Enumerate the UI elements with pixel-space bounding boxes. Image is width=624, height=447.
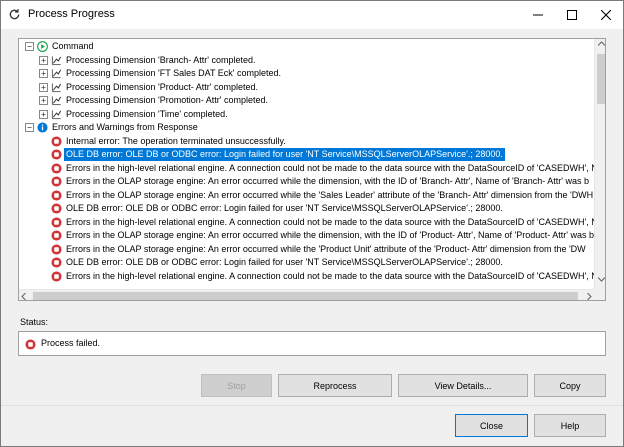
scroll-down-icon[interactable] bbox=[595, 277, 605, 287]
tree-node-error[interactable]: Errors in the OLAP storage engine: An er… bbox=[19, 229, 594, 243]
tree-node-dimension[interactable]: + Processing Dimension 'Time' completed. bbox=[19, 108, 594, 122]
error-message-label: OLE DB error: OLE DB or ODBC error: Logi… bbox=[66, 257, 503, 267]
expand-icon[interactable]: + bbox=[39, 109, 48, 119]
expand-icon[interactable]: + bbox=[39, 55, 48, 65]
tree-node-label: Errors and Warnings from Response bbox=[52, 122, 198, 132]
status-label: Status: bbox=[20, 317, 49, 327]
title-bar[interactable]: Process Progress bbox=[1, 1, 623, 29]
tree-node-dimension[interactable]: + Processing Dimension 'Product- Attr' co… bbox=[19, 81, 594, 95]
error-message-label: OLE DB error: OLE DB or ODBC error: Logi… bbox=[66, 203, 503, 213]
tree-node-error[interactable]: OLE DB error: OLE DB or ODBC error: Logi… bbox=[19, 148, 594, 162]
tree-node-label: Processing Dimension 'FT Sales DAT Eck' … bbox=[66, 68, 282, 78]
error-icon bbox=[51, 189, 62, 201]
tree-node-error[interactable]: OLE DB error: OLE DB or ODBC error: Logi… bbox=[19, 202, 594, 216]
footer-separator bbox=[1, 405, 623, 406]
view-details-button[interactable]: View Details... bbox=[398, 374, 528, 397]
tree-node-label: Processing Dimension 'Product- Attr' com… bbox=[66, 81, 259, 92]
tree-node-error[interactable]: Errors in the OLAP storage engine: An er… bbox=[19, 243, 594, 257]
status-text: Process failed. bbox=[41, 338, 101, 348]
tree-node-error[interactable]: Internal error: The operation terminated… bbox=[19, 135, 594, 149]
tree-node-label: Processing Dimension 'Time' completed. bbox=[66, 108, 228, 119]
info-icon bbox=[37, 122, 48, 133]
close-icon bbox=[601, 10, 611, 20]
tree-node-dimension[interactable]: + Processing Dimension 'Promotion- Attr' … bbox=[19, 94, 594, 108]
processing-icon bbox=[51, 55, 62, 66]
close-window-button[interactable] bbox=[589, 1, 623, 29]
tree-node-label: Processing Dimension 'Promotion- Attr' c… bbox=[66, 95, 269, 105]
tree-node-error[interactable]: Errors in the OLAP storage engine: An er… bbox=[19, 175, 594, 189]
help-button[interactable]: Help bbox=[534, 414, 606, 437]
tree-node-error[interactable]: Errors in the OLAP storage engine: An er… bbox=[19, 189, 594, 203]
error-message-label: Errors in the high-level relational engi… bbox=[66, 216, 594, 227]
progress-tree[interactable]: − Command + Processing Dimension 'Branch- A… bbox=[18, 38, 606, 301]
tree-node-command[interactable]: − Command bbox=[19, 40, 594, 54]
error-icon bbox=[51, 149, 62, 160]
minimize-button[interactable] bbox=[521, 1, 555, 29]
processing-icon bbox=[51, 68, 62, 79]
copy-button[interactable]: Copy bbox=[534, 374, 606, 397]
scroll-right-icon[interactable] bbox=[582, 290, 592, 300]
minimize-icon bbox=[533, 14, 543, 16]
scrollbar-corner bbox=[594, 289, 605, 300]
vertical-scroll-thumb[interactable] bbox=[597, 54, 605, 104]
expand-icon[interactable]: + bbox=[39, 69, 48, 78]
error-message-label: Errors in the OLAP storage engine: An er… bbox=[66, 189, 594, 200]
error-message-label: Errors in the high-level relational engi… bbox=[66, 270, 594, 281]
error-icon bbox=[51, 203, 62, 214]
close-button[interactable]: Close bbox=[455, 414, 528, 437]
reprocess-button[interactable]: Reprocess bbox=[278, 374, 392, 397]
error-icon bbox=[51, 270, 62, 282]
stop-button[interactable]: Stop bbox=[201, 374, 272, 397]
processing-icon bbox=[51, 95, 62, 106]
error-message-label: Errors in the OLAP storage engine: An er… bbox=[66, 230, 594, 240]
expand-icon[interactable]: + bbox=[39, 82, 48, 92]
processing-icon bbox=[51, 82, 62, 93]
tree-node-error[interactable]: Errors in the high-level relational engi… bbox=[19, 216, 594, 230]
tree-content: − Command + Processing Dimension 'Branch- A… bbox=[19, 39, 594, 289]
tree-node-error[interactable]: OLE DB error: OLE DB or ODBC error: Logi… bbox=[19, 256, 594, 270]
scroll-left-icon[interactable] bbox=[21, 290, 31, 300]
tree-node-error[interactable]: Errors in the high-level relational engi… bbox=[19, 270, 594, 284]
play-circle-icon bbox=[37, 41, 48, 52]
tree-node-dimension[interactable]: + Processing Dimension 'FT Sales DAT Eck'… bbox=[19, 67, 594, 81]
tree-node-dimension[interactable]: + Processing Dimension 'Branch- Attr' com… bbox=[19, 54, 594, 68]
vertical-scrollbar[interactable] bbox=[594, 39, 605, 289]
collapse-icon[interactable]: − bbox=[25, 123, 34, 132]
error-message-label: Errors in the high-level relational engi… bbox=[66, 162, 594, 173]
error-icon bbox=[51, 216, 62, 228]
error-icon bbox=[51, 230, 62, 241]
error-icon bbox=[51, 243, 62, 255]
refresh-icon bbox=[9, 9, 20, 20]
error-icon bbox=[51, 176, 62, 187]
tree-node-error[interactable]: Errors in the high-level relational engi… bbox=[19, 162, 594, 176]
horizontal-scrollbar[interactable] bbox=[19, 289, 594, 300]
error-icon bbox=[51, 135, 62, 147]
maximize-icon bbox=[567, 10, 577, 20]
error-icon bbox=[51, 257, 62, 268]
processing-icon bbox=[51, 109, 62, 120]
error-icon bbox=[25, 339, 36, 350]
status-box: Process failed. bbox=[18, 331, 606, 356]
error-message-label: OLE DB error: OLE DB or ODBC error: Logi… bbox=[64, 148, 505, 161]
tree-node-errors[interactable]: − Errors and Warnings from Response bbox=[19, 121, 594, 135]
error-message-label: Errors in the OLAP storage engine: An er… bbox=[66, 176, 589, 186]
tree-node-label: Processing Dimension 'Branch- Attr' comp… bbox=[66, 54, 256, 65]
horizontal-scroll-thumb[interactable] bbox=[33, 292, 578, 300]
window-title: Process Progress bbox=[28, 8, 115, 20]
error-icon bbox=[51, 162, 62, 174]
error-message-label: Internal error: The operation terminated… bbox=[66, 135, 286, 146]
error-message-label: Errors in the OLAP storage engine: An er… bbox=[66, 243, 586, 254]
collapse-icon[interactable]: − bbox=[25, 42, 34, 51]
maximize-button[interactable] bbox=[555, 1, 589, 29]
scroll-up-icon[interactable] bbox=[595, 41, 605, 51]
process-progress-window: Process Progress − Command + Processing Dim… bbox=[0, 0, 624, 447]
expand-icon[interactable]: + bbox=[39, 96, 48, 105]
tree-node-label: Command bbox=[52, 41, 94, 51]
